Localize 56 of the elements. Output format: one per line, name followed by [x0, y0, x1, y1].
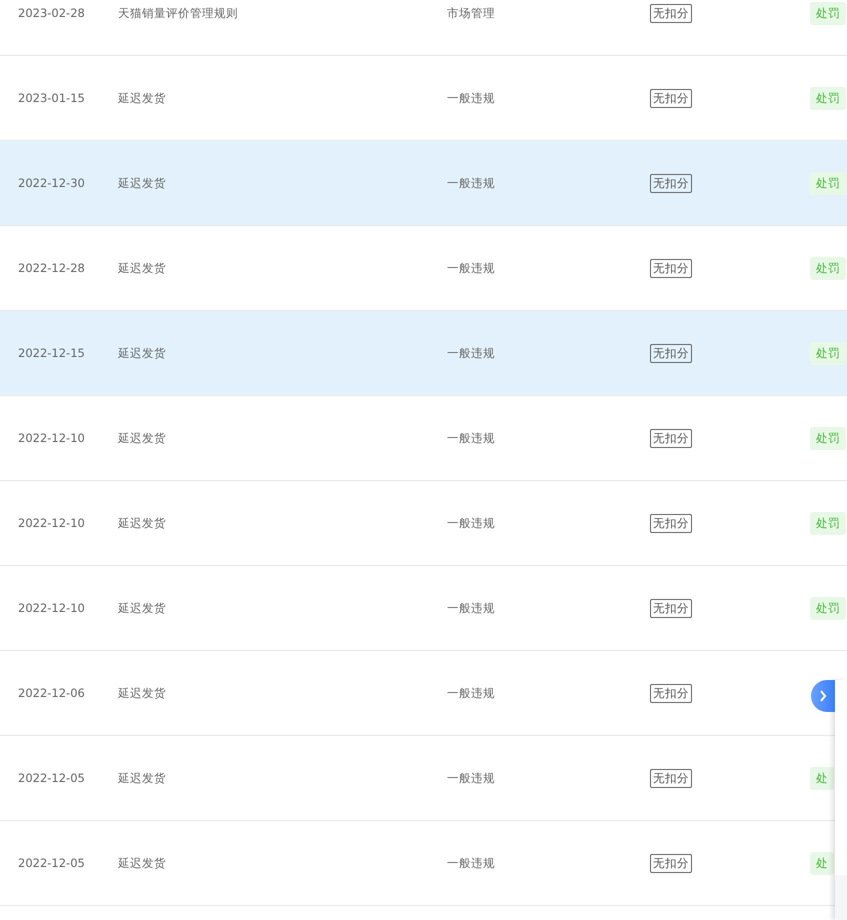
rule-cell-text: 天猫销量评价管理规则 — [118, 6, 239, 20]
category-cell-text: 一般违规 — [447, 346, 496, 360]
date-cell-text: 2022-12-06 — [18, 686, 86, 700]
score-badge: 无扣分 — [650, 258, 692, 278]
status-tag: 处罚 — [810, 256, 846, 280]
category-cell-text: 一般违规 — [447, 600, 496, 616]
score-badge: 无扣分 — [650, 684, 692, 702]
status-tag: 处罚 — [810, 342, 846, 364]
date-cell-text: 2023-01-15 — [18, 91, 86, 105]
expand-button[interactable] — [811, 680, 835, 712]
category-cell-text: 一般违规 — [447, 516, 496, 530]
category-cell-text: 一般违规 — [447, 90, 496, 106]
chevron-icon — [819, 690, 827, 702]
category-cell-text: 市场管理 — [447, 6, 496, 20]
date-cell-text: 2022-12-10 — [18, 601, 86, 615]
rule-cell-text: 延迟发货 — [118, 770, 167, 786]
date-cell-text: 2022-12-30 — [18, 176, 86, 190]
category-cell-text: 一般违规 — [447, 260, 496, 276]
score-badge: 无扣分 — [650, 514, 692, 532]
score-badge: 无扣分 — [650, 598, 692, 618]
rule-cell-text: 延迟发货 — [118, 176, 167, 190]
status-tag: 处罚 — [810, 512, 846, 534]
date-cell-text: 2022-12-15 — [18, 346, 86, 360]
rule-cell-text: 延迟发货 — [118, 346, 167, 360]
category-cell-text: 一般违规 — [447, 430, 496, 446]
rule-cell-text: 延迟发货 — [118, 686, 167, 700]
score-badge: 无扣分 — [650, 344, 692, 362]
score-badge: 无扣分 — [650, 768, 692, 788]
category-cell-text: 一般违规 — [447, 176, 496, 190]
category-cell-text: 一般违规 — [447, 856, 496, 870]
score-badge: 无扣分 — [650, 854, 692, 872]
rule-cell-text: 延迟发货 — [118, 516, 167, 530]
status-tag: 处罚 — [810, 172, 846, 194]
date-cell-text: 2023-02-28 — [18, 6, 86, 20]
status-tag: 处罚 — [810, 86, 846, 110]
rule-cell-text: 延迟发货 — [118, 856, 167, 870]
date-cell-text: 2022-12-28 — [18, 261, 86, 275]
category-cell-text: 一般违规 — [447, 770, 496, 786]
status-tag: 处 — [810, 852, 834, 874]
status-tag: 处罚 — [810, 426, 846, 450]
rule-cell-text: 延迟发货 — [118, 600, 167, 616]
status-tag: 处 — [810, 766, 834, 790]
rule-cell-text: 延迟发货 — [118, 90, 167, 106]
date-cell-text: 2022-12-05 — [18, 771, 86, 785]
date-cell-text: 2022-12-10 — [18, 431, 86, 445]
category-cell-text: 一般违规 — [447, 686, 496, 700]
score-badge: 无扣分 — [650, 4, 692, 22]
status-tag: 处罚 — [810, 2, 846, 24]
status-tag: 处罚 — [810, 596, 846, 620]
rule-cell-text: 延迟发货 — [118, 430, 167, 446]
score-badge: 无扣分 — [650, 174, 692, 192]
score-badge: 无扣分 — [650, 88, 692, 108]
date-cell-text: 2022-12-05 — [18, 856, 86, 870]
date-cell-text: 2022-12-10 — [18, 516, 86, 530]
rule-cell-text: 延迟发货 — [118, 260, 167, 276]
score-badge: 无扣分 — [650, 428, 692, 448]
